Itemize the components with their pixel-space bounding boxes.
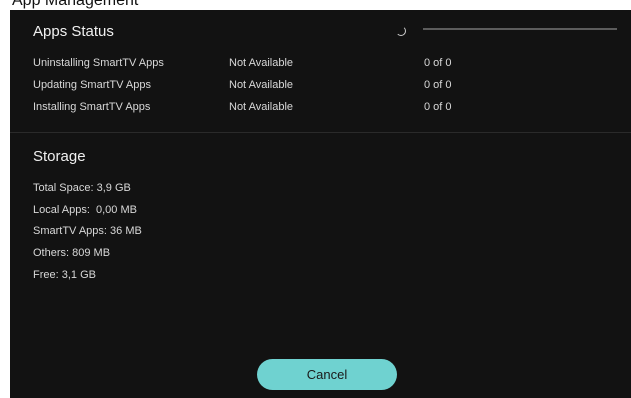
status-row-uninstalling: Uninstalling SmartTV Apps Not Available … [10,57,631,73]
app-management-screen: App Management Apps Status Uninstalling … [0,0,631,398]
status-row-count: 0 of 0 [424,57,452,69]
apps-status-title: Apps Status [33,23,114,40]
cancel-button[interactable]: Cancel [257,359,397,390]
progress-track [423,28,617,30]
storage-free: Free: 3,1 GB [33,269,96,281]
status-row-installing: Installing SmartTV Apps Not Available 0 … [10,101,631,117]
status-row-updating: Updating SmartTV Apps Not Available 0 of… [10,79,631,95]
status-row-count: 0 of 0 [424,79,452,91]
status-row-state: Not Available [229,57,294,69]
storage-total-space: Total Space: 3,9 GB [33,182,131,194]
loading-spinner-icon [396,26,406,36]
section-divider [10,132,631,133]
status-row-state: Not Available [229,79,294,91]
status-row-state: Not Available [229,101,294,113]
status-row-name: Installing SmartTV Apps [33,101,151,113]
status-row-name: Updating SmartTV Apps [33,79,152,91]
storage-smarttv-apps: SmartTV Apps: 36 MB [33,225,142,237]
status-row-count: 0 of 0 [424,101,452,113]
status-row-name: Uninstalling SmartTV Apps [33,57,164,69]
storage-local-apps: Local Apps: 0,00 MB [33,204,137,216]
storage-title: Storage [33,148,86,165]
app-management-panel: Apps Status Uninstalling SmartTV Apps No… [10,10,631,398]
storage-others: Others: 809 MB [33,247,111,259]
